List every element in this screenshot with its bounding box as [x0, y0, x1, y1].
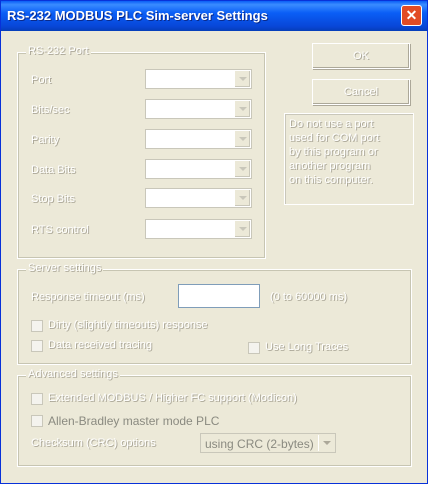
parity-label: Parity [31, 134, 60, 146]
data-tracing-label: Data received tracing [48, 339, 152, 351]
rs232-port-legend: RS-232 Port [26, 45, 91, 57]
dirty-response-checkbox[interactable] [31, 320, 43, 332]
crc-options-select[interactable]: using CRC (2-bytes) [200, 433, 336, 453]
bits-per-sec-label: Bits/sec [31, 104, 70, 116]
close-icon[interactable]: ✕ [401, 5, 422, 26]
chevron-down-icon[interactable] [234, 101, 250, 117]
timeout-range-hint: (0 to 60000 ms) [270, 291, 348, 303]
settings-dialog: RS-232 MODBUS PLC Sim-server Settings ✕ … [0, 0, 428, 484]
rts-control-select[interactable] [145, 219, 252, 239]
rts-control-label: RTS control [31, 224, 89, 236]
response-timeout-input[interactable] [178, 284, 260, 308]
server-settings-legend: Server settings [26, 262, 104, 274]
dirty-response-label: Dirty (slightly timeouts) response [48, 319, 208, 331]
long-traces-label: Use Long Traces [265, 341, 349, 353]
hint-line: Do not use a port [289, 118, 374, 130]
response-timeout-label: Response timeout (ms) [31, 291, 145, 303]
advanced-settings-legend: Advanced settings [26, 368, 120, 380]
extended-modbus-label: Extended MODBUS / Higher FC support (Mod… [48, 392, 297, 404]
allen-bradley-label: Allen-Bradley master mode PLC [48, 414, 220, 428]
data-tracing-checkbox[interactable] [31, 340, 43, 352]
chevron-down-icon[interactable] [234, 71, 250, 87]
hint-line: another program [289, 160, 371, 172]
crc-options-label: Checksum (CRC) options [31, 437, 156, 449]
window-title: RS-232 MODBUS PLC Sim-server Settings [7, 8, 268, 23]
chevron-down-icon[interactable] [234, 190, 250, 206]
chevron-down-icon[interactable] [234, 131, 250, 147]
stop-bits-label: Stop Bits [31, 193, 76, 205]
port-select[interactable] [145, 69, 252, 89]
data-bits-select[interactable] [145, 159, 252, 179]
dialog-client-area: RS-232 Port Port Bits/sec Parity Data Bi… [4, 31, 424, 481]
stop-bits-select[interactable] [145, 188, 252, 208]
allen-bradley-checkbox[interactable] [31, 415, 43, 427]
hint-line: used for COM port [289, 132, 380, 144]
parity-select[interactable] [145, 129, 252, 149]
chevron-down-icon[interactable] [234, 161, 250, 177]
chevron-down-icon[interactable] [234, 221, 250, 237]
chevron-down-icon[interactable] [318, 435, 334, 451]
cancel-button[interactable]: Cancel [312, 79, 410, 105]
port-label: Port [31, 74, 52, 86]
data-bits-label: Data Bits [31, 164, 76, 176]
port-hint-box: Do not use a port used for COM port by t… [284, 113, 414, 205]
ok-button[interactable]: OK [312, 43, 410, 69]
long-traces-checkbox[interactable] [248, 342, 260, 354]
title-bar[interactable]: RS-232 MODBUS PLC Sim-server Settings ✕ [1, 1, 427, 31]
bits-per-sec-select[interactable] [145, 99, 252, 119]
crc-selected-value: using CRC (2-bytes) [205, 437, 314, 451]
hint-line: by this program or [289, 146, 378, 158]
hint-line: on this computer. [289, 174, 373, 186]
extended-modbus-checkbox[interactable] [31, 393, 43, 405]
